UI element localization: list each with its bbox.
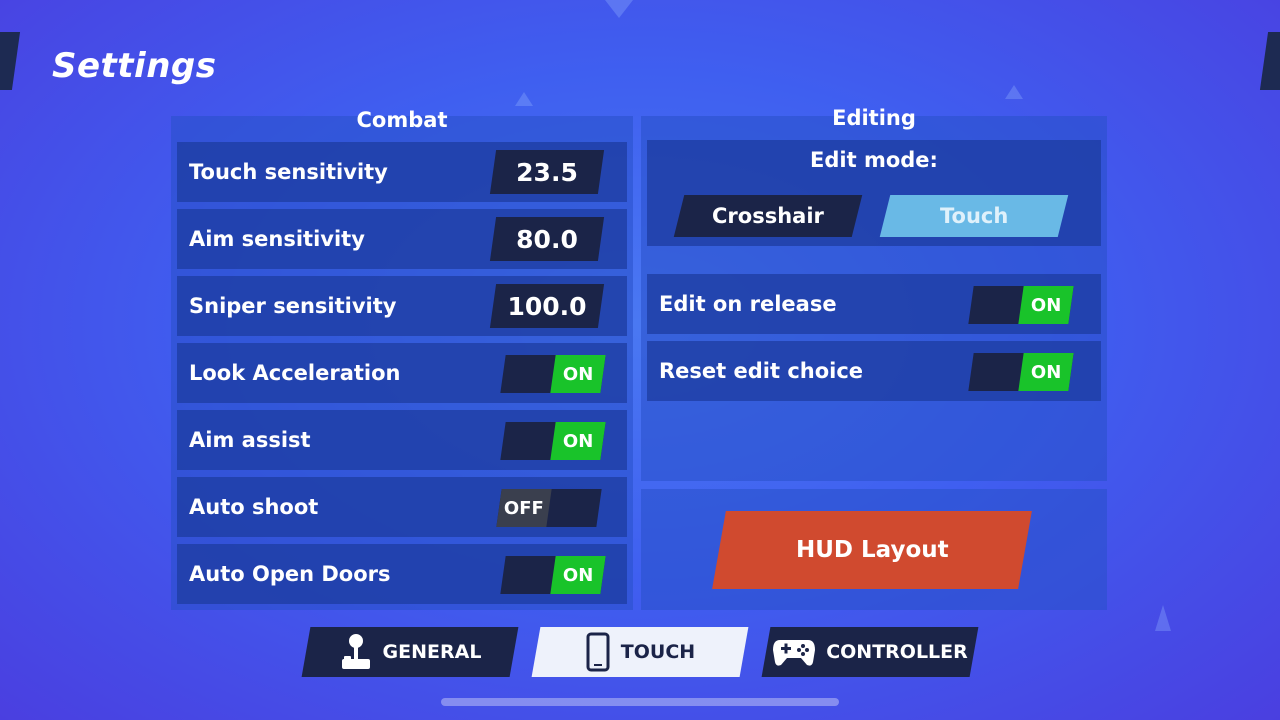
corner-decoration (1259, 32, 1280, 90)
aim-assist-label: Aim assist (189, 428, 311, 452)
auto-shoot-toggle[interactable]: OFF (496, 489, 602, 527)
look-acceleration-toggle[interactable]: ON (500, 355, 606, 393)
aim-assist-toggle[interactable]: ON (500, 422, 606, 460)
edit-on-release-toggle[interactable]: ON (968, 286, 1074, 324)
touch-sensitivity-value[interactable]: 23.5 (489, 150, 605, 194)
auto-open-doors-row: Auto Open Doors ON (177, 544, 627, 604)
aim-sensitivity-label: Aim sensitivity (189, 227, 365, 251)
background-shape (1005, 85, 1023, 99)
edit-mode-crosshair-button[interactable]: Crosshair (673, 195, 863, 237)
auto-shoot-row: Auto shoot OFF (177, 477, 627, 537)
tab-general[interactable]: GENERAL (301, 627, 519, 677)
combat-panel: Combat Touch sensitivity 23.5 Aim sensit… (171, 108, 633, 610)
look-acceleration-row: Look Acceleration ON (177, 343, 627, 403)
tab-touch-label: TOUCH (620, 641, 696, 663)
auto-shoot-label: Auto shoot (189, 495, 319, 519)
tab-general-label: GENERAL (382, 641, 482, 663)
background-shape (605, 0, 633, 18)
aim-assist-row: Aim assist ON (177, 410, 627, 470)
touch-sensitivity-row[interactable]: Touch sensitivity 23.5 (177, 142, 627, 202)
gamepad-icon (773, 640, 816, 666)
tab-touch[interactable]: TOUCH (531, 627, 749, 677)
edit-mode-touch-button[interactable]: Touch (879, 195, 1069, 237)
edit-mode-label: Edit mode: (810, 148, 938, 172)
auto-open-doors-label: Auto Open Doors (189, 562, 391, 586)
hud-layout-button[interactable]: HUD Layout (712, 511, 1032, 589)
touch-sensitivity-label: Touch sensitivity (189, 160, 388, 184)
sniper-sensitivity-row[interactable]: Sniper sensitivity 100.0 (177, 276, 627, 336)
editing-heading: Editing (832, 106, 916, 130)
sniper-sensitivity-label: Sniper sensitivity (189, 294, 397, 318)
joystick-icon (341, 634, 370, 669)
editing-panel: Editing Edit mode: Crosshair Touch Edit … (641, 106, 1107, 481)
tab-controller-label: CONTROLLER (826, 641, 968, 663)
combat-heading: Combat (356, 108, 448, 132)
edit-on-release-label: Edit on release (659, 292, 837, 316)
edit-mode-row: Edit mode: Crosshair Touch (647, 140, 1101, 246)
reset-edit-choice-row: Reset edit choice ON (647, 341, 1101, 401)
phone-icon (586, 632, 610, 672)
background-shape (515, 92, 533, 106)
aim-sensitivity-value[interactable]: 80.0 (489, 217, 605, 261)
tab-controller[interactable]: CONTROLLER (761, 627, 979, 677)
background-shape (1155, 605, 1171, 631)
page-title: Settings (52, 46, 217, 86)
sniper-sensitivity-value[interactable]: 100.0 (489, 284, 605, 328)
hud-panel: HUD Layout (641, 489, 1107, 610)
reset-edit-choice-toggle[interactable]: ON (968, 353, 1074, 391)
home-indicator[interactable] (441, 698, 839, 706)
look-acceleration-label: Look Acceleration (189, 361, 401, 385)
auto-open-doors-toggle[interactable]: ON (500, 556, 606, 594)
aim-sensitivity-row[interactable]: Aim sensitivity 80.0 (177, 209, 627, 269)
corner-decoration (0, 32, 21, 90)
reset-edit-choice-label: Reset edit choice (659, 359, 864, 383)
edit-on-release-row: Edit on release ON (647, 274, 1101, 334)
